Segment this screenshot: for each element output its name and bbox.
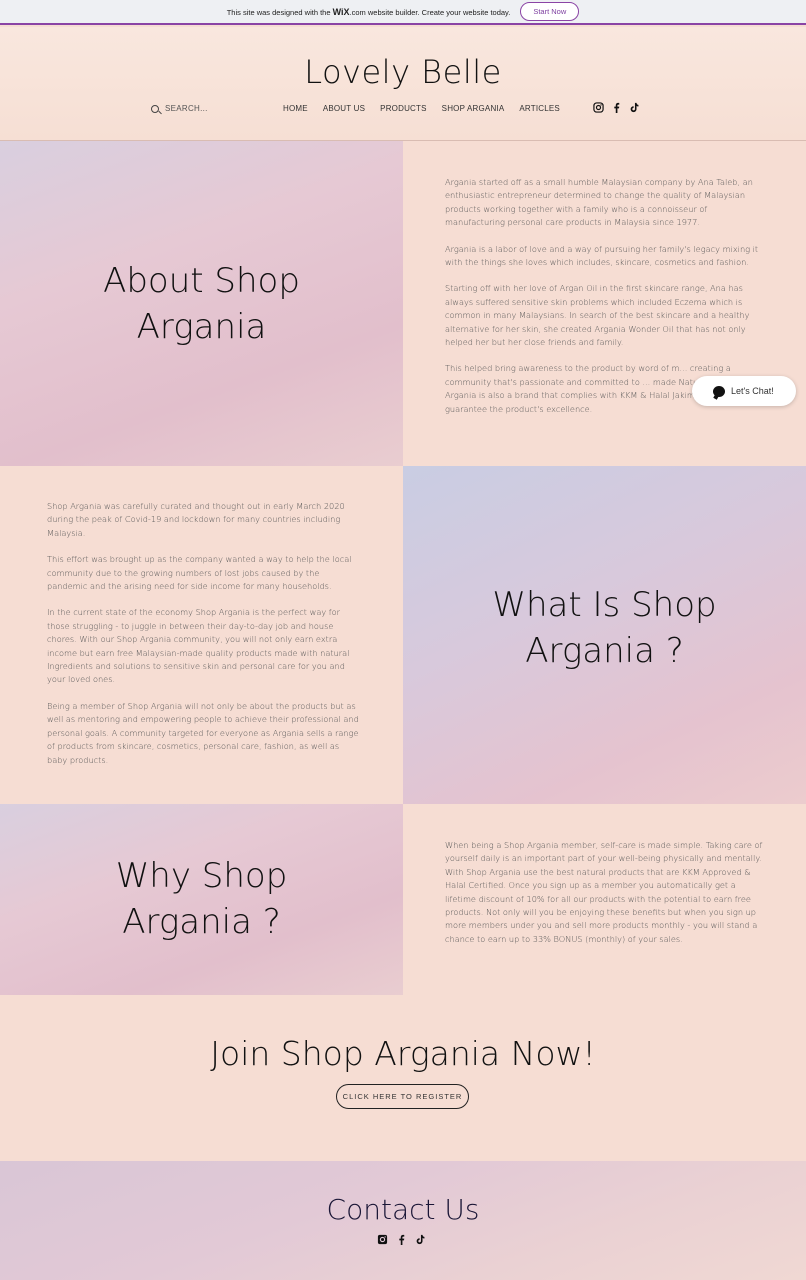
main-nav: HOME ABOUT US PRODUCTS SHOP ARGANIA ARTI… [283, 104, 560, 113]
facebook-icon[interactable] [396, 1234, 407, 1245]
wix-banner: This site was designed with the WiX.com … [0, 0, 806, 25]
search-input[interactable]: SEARCH... [165, 104, 208, 113]
about-paragraph: Starting off with her love of Argan Oil … [445, 283, 750, 348]
contact-section: Contact Us [0, 1161, 806, 1280]
what-title-line2: Argania ? [525, 630, 684, 671]
what-paragraph: This effort was brought up as the compan… [47, 554, 352, 592]
tiktok-icon[interactable] [415, 1234, 426, 1245]
nav-item-articles[interactable]: ARTICLES [519, 104, 560, 113]
why-text: When being a Shop Argania member, self-c… [445, 839, 765, 959]
nav-item-home[interactable]: HOME [283, 104, 308, 113]
why-title-line1: Why Shop [115, 856, 288, 896]
search-box[interactable]: SEARCH... [151, 104, 208, 113]
what-paragraph: In the current state of the economy Shop… [47, 607, 350, 685]
what-paragraph: Shop Argania was carefully curated and t… [47, 501, 345, 538]
site-logo[interactable]: Lovely Belle [0, 53, 806, 91]
about-title-line1: About Shop [103, 261, 300, 301]
wix-banner-message: This site was designed with the WiX.com … [227, 7, 511, 17]
why-title-panel: Why Shop Argania ? [0, 804, 403, 995]
what-title-panel: What Is Shop Argania ? [403, 466, 806, 804]
site-header: Lovely Belle SEARCH... HOME ABOUT US PRO… [0, 27, 806, 141]
contact-social-bar [377, 1234, 426, 1245]
instagram-icon[interactable] [377, 1234, 388, 1245]
chat-bubble-icon [713, 385, 725, 397]
wix-logo: WiX [332, 6, 350, 17]
header-social-bar [593, 102, 640, 113]
nav-item-shop-argania[interactable]: SHOP ARGANIA [442, 104, 505, 113]
why-text-panel: When being a Shop Argania member, self-c… [403, 804, 806, 995]
why-paragraph: When being a Shop Argania member, self-c… [445, 840, 763, 944]
chat-widget[interactable]: Let's Chat! [692, 376, 796, 406]
about-title: About Shop Argania [0, 259, 403, 351]
facebook-icon[interactable] [611, 102, 622, 113]
about-title-line2: Argania [136, 306, 267, 347]
wix-banner-suffix: website builder. Create your website tod… [367, 7, 511, 17]
nav-item-products[interactable]: PRODUCTS [380, 104, 427, 113]
contact-title: Contact Us [326, 1193, 480, 1226]
why-title: Why Shop Argania ? [0, 854, 403, 946]
what-text: Shop Argania was carefully curated and t… [47, 500, 359, 780]
register-button[interactable]: CLICK HERE TO REGISTER [336, 1084, 469, 1109]
chat-label: Let's Chat! [731, 386, 774, 396]
about-text-panel: Argania started off as a small humble Ma… [403, 141, 806, 466]
what-paragraph: Being a member of Shop Argania will not … [47, 700, 359, 765]
wix-brand-suffix: .com [349, 7, 366, 17]
instagram-icon[interactable] [593, 102, 604, 113]
about-title-panel: About Shop Argania [0, 141, 403, 466]
about-paragraph: Argania is a labor of love and a way of … [445, 243, 759, 268]
about-paragraph: Argania started off as a small humble Ma… [445, 177, 753, 228]
nav-item-about-us[interactable]: ABOUT US [323, 104, 365, 113]
what-title-line1: What Is Shop [492, 585, 717, 625]
why-title-line2: Argania ? [122, 901, 281, 942]
start-now-button[interactable]: Start Now [520, 2, 580, 21]
wix-banner-prefix: This site was designed with the [226, 7, 331, 17]
join-title: Join Shop Argania Now! [210, 1034, 596, 1073]
what-title: What Is Shop Argania ? [403, 583, 806, 675]
tiktok-icon[interactable] [629, 102, 640, 113]
what-text-panel: Shop Argania was carefully curated and t… [0, 466, 403, 804]
search-icon [151, 104, 159, 113]
